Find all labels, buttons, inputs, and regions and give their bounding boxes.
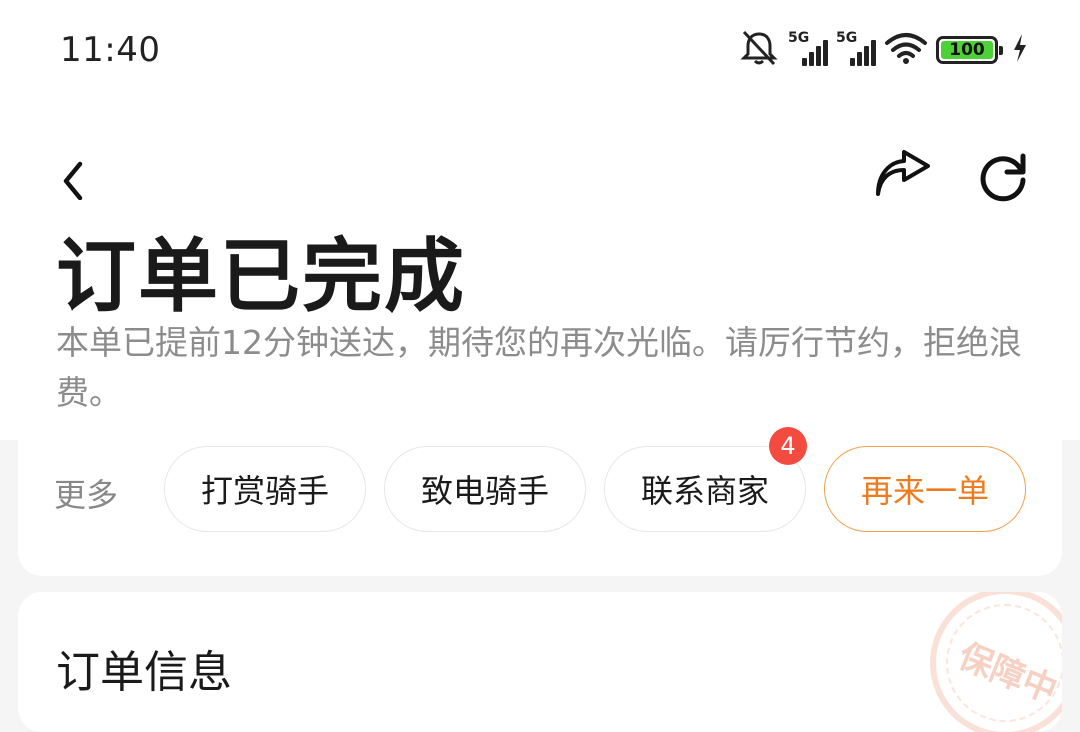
wifi-icon [884, 31, 928, 69]
signal-icon: 5G [788, 30, 828, 66]
order-status-message: 本单已提前12分钟送达，期待您的再次光临。请厉行节约，拒绝浪费。 [56, 323, 1022, 412]
network-type-2: 5G [836, 30, 858, 46]
order-info-card: 订单信息 保障中 [18, 592, 1062, 732]
reorder-button[interactable]: 再来一单 [824, 446, 1026, 532]
refresh-button[interactable] [975, 148, 1031, 204]
mute-bell-icon [738, 28, 780, 72]
action-card: 更多 打赏骑手 致电骑手 联系商家 4 再来一单 [18, 420, 1062, 576]
status-bar: 11:40 5G 5G 100 [0, 0, 1080, 100]
protection-stamp-text: 保障中 [952, 636, 1062, 712]
order-info-title: 订单信息 [56, 647, 232, 698]
battery-level: 100 [941, 41, 993, 59]
nav-bar [0, 140, 1080, 210]
unread-badge: 4 [769, 427, 807, 465]
protection-stamp: 保障中 [930, 592, 1062, 732]
back-button[interactable] [52, 150, 92, 201]
page-title: 订单已完成 [56, 230, 466, 323]
contact-merchant-button[interactable]: 联系商家 4 [604, 427, 807, 532]
back-chevron-icon [63, 161, 83, 201]
battery-icon: 100 [936, 36, 1003, 64]
tip-rider-button[interactable]: 打赏骑手 [164, 446, 366, 532]
call-rider-button[interactable]: 致电骑手 [384, 446, 586, 532]
share-icon [876, 150, 930, 196]
share-button[interactable] [872, 148, 934, 198]
signal-icon: 5G [836, 30, 876, 66]
network-type-1: 5G [788, 30, 810, 46]
status-icons: 5G 5G 100 [738, 28, 1028, 72]
charging-bolt-icon [1012, 34, 1028, 66]
refresh-icon [980, 153, 1026, 202]
more-label[interactable]: 更多 [54, 470, 118, 516]
contact-merchant-label: 联系商家 [640, 472, 769, 510]
status-time: 11:40 [60, 30, 161, 70]
